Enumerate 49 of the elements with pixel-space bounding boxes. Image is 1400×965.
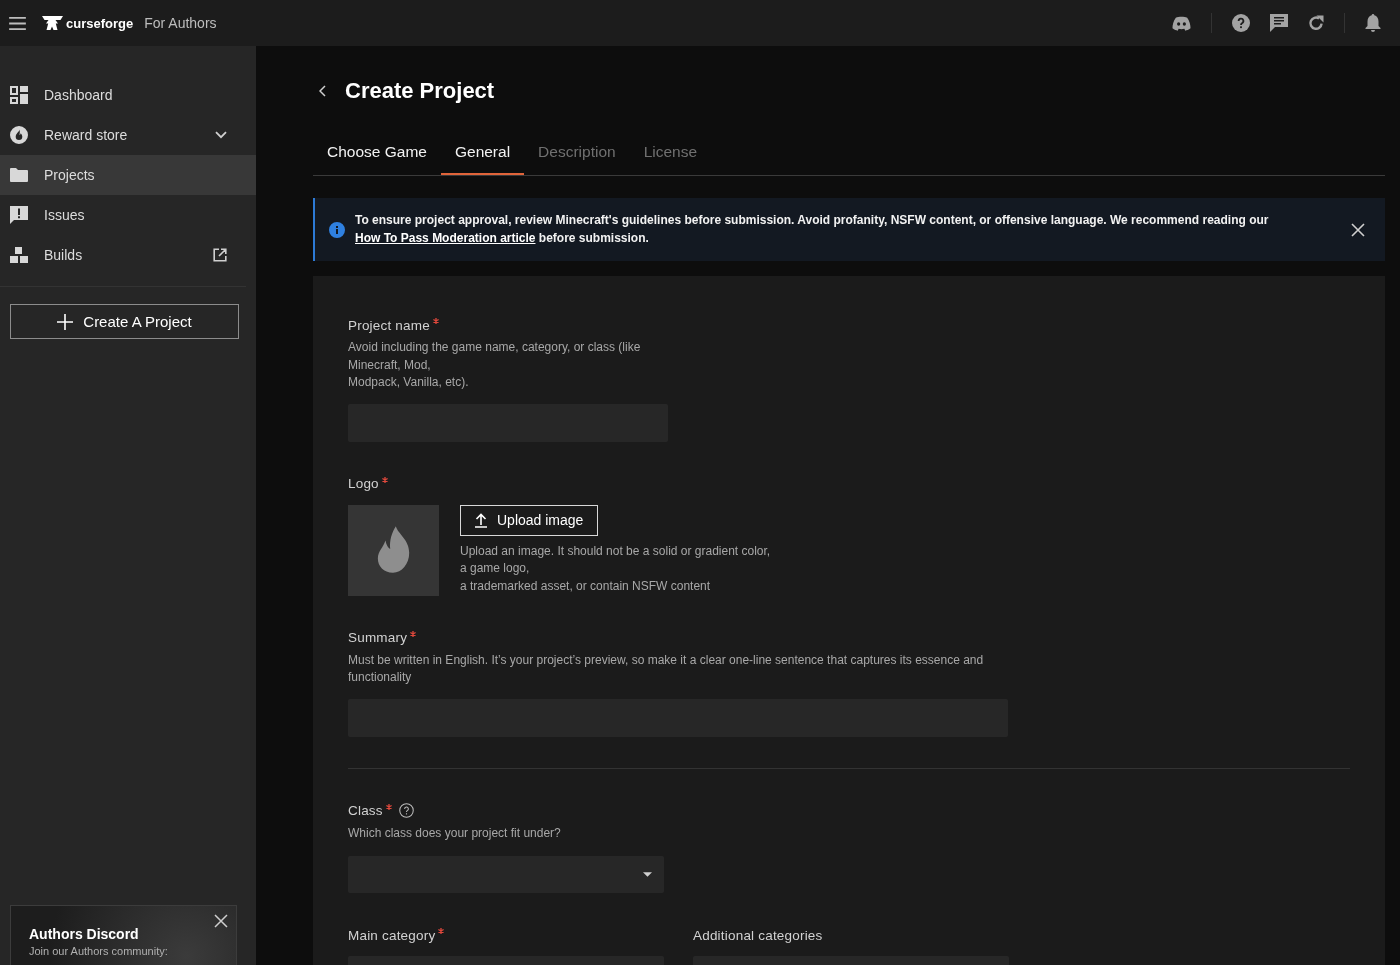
promo-title: Authors Discord <box>29 926 139 943</box>
field-hint: Upload an image. It should not be a solid or gradient color, a game logo, a trademarked asset, or contain NSFW content <box>460 542 771 595</box>
menu-icon[interactable] <box>9 16 26 30</box>
bell-icon[interactable] <box>1365 14 1381 32</box>
create-project-button[interactable]: Create A Project <box>10 304 239 339</box>
field-label: Class <box>348 803 383 818</box>
help-icon[interactable] <box>398 803 414 818</box>
anvil-icon[interactable] <box>42 16 63 30</box>
field-label: Project name <box>348 317 430 333</box>
tab[interactable]: General <box>440 131 525 175</box>
flame-icon <box>10 126 28 144</box>
info-icon <box>329 221 345 238</box>
nav-item[interactable]: Builds <box>0 235 256 275</box>
brand-name[interactable]: curseforge <box>66 15 134 31</box>
page-title: Create Project <box>345 78 495 104</box>
external-link-icon[interactable] <box>213 248 227 262</box>
exclamation-icon <box>10 206 28 224</box>
promo-text: Join our Authors community: <box>29 944 168 959</box>
gamepad-icon[interactable] <box>1172 15 1191 31</box>
tab[interactable]: Choose Game <box>313 131 441 175</box>
notice-text: To ensure project approval, review Minecraft's guidelines before submission. Avoid profanity, NSFW content, or offensive language. We recommend reading our How To Pass Moderation article before submission. <box>355 212 1270 247</box>
dashboard-icon <box>10 86 28 104</box>
nav-item[interactable]: Dashboard <box>0 75 256 115</box>
help-icon[interactable] <box>1232 14 1250 32</box>
chat-icon[interactable] <box>1270 14 1288 32</box>
field-hint: Which class does your project fit under? <box>348 824 561 842</box>
nav-item[interactable]: Projects <box>0 155 256 195</box>
chevron-down-icon[interactable] <box>215 131 227 139</box>
upload-image-button[interactable]: Upload image <box>460 504 599 536</box>
chevron-left-icon[interactable] <box>319 85 326 97</box>
article-link[interactable]: How To Pass Moderation article <box>355 230 536 245</box>
dropdown-field[interactable] <box>348 856 664 893</box>
field-label: Additional categories <box>693 927 823 943</box>
field-hint: Must be written in English. It’s your project’s preview, so make it a clear one-line sentence that captures its essence and functionality <box>348 651 984 686</box>
blocks-icon <box>10 246 28 264</box>
refresh-icon[interactable] <box>1308 15 1324 31</box>
field-label: Summary <box>348 630 408 645</box>
close-icon[interactable] <box>214 914 228 928</box>
field-label: Logo <box>348 476 379 491</box>
nav-item[interactable]: Reward store <box>0 115 256 155</box>
plus-icon <box>57 313 74 330</box>
field-hint: Avoid including the game name, category, or class (like Minecraft, Mod, Modpack, Vanilla, etc). <box>348 339 641 391</box>
folder-icon <box>10 166 28 184</box>
close-icon[interactable] <box>1351 222 1365 237</box>
caret-down-icon <box>643 872 652 877</box>
section-title: For Authors <box>144 15 217 31</box>
upload-icon <box>475 512 487 528</box>
field-label: Main category <box>348 927 436 943</box>
nav-item[interactable]: Issues <box>0 195 256 235</box>
